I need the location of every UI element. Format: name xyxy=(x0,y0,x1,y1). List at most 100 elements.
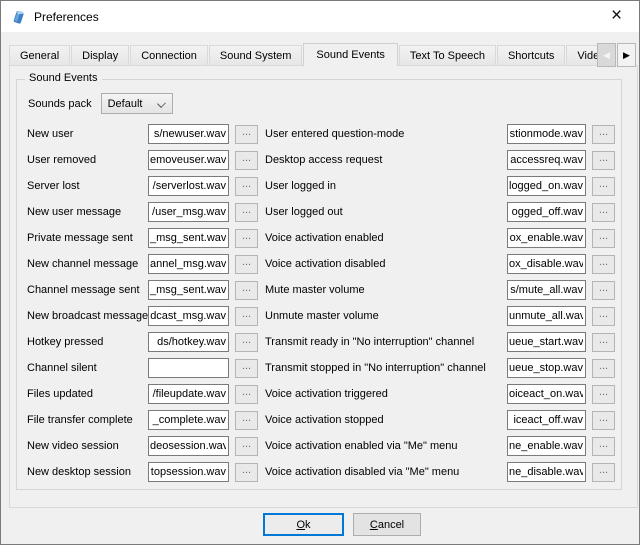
event-label-user-entered-question-mode: User entered question-mode xyxy=(258,128,507,140)
browse-button-voice-activation-triggered[interactable]: ... xyxy=(592,385,615,404)
sound-file-input-new-broadcast-message[interactable] xyxy=(148,306,229,326)
browse-button-user-logged-in[interactable]: ... xyxy=(592,177,615,196)
event-label-unmute-master-volume: Unmute master volume xyxy=(258,310,507,322)
sound-file-input-transmit-ready-in-no-interruption-channel[interactable] xyxy=(507,332,586,352)
browse-button-server-lost[interactable]: ... xyxy=(235,177,258,196)
sound-file-input-server-lost[interactable] xyxy=(148,176,229,196)
event-label-voice-activation-enabled-via-me-menu: Voice activation enabled via "Me" menu xyxy=(258,440,507,452)
sound-file-input-file-transfer-complete[interactable] xyxy=(148,410,229,430)
browse-button-user-logged-out[interactable]: ... xyxy=(592,203,615,222)
event-label-files-updated: Files updated xyxy=(27,388,148,400)
browse-button-transmit-stopped-in-no-interruption-channel[interactable]: ... xyxy=(592,359,615,378)
event-label-user-logged-out: User logged out xyxy=(258,206,507,218)
tab-sound-system[interactable]: Sound System xyxy=(209,45,303,66)
browse-button-new-video-session[interactable]: ... xyxy=(235,437,258,456)
browse-button-voice-activation-enabled[interactable]: ... xyxy=(592,229,615,248)
browse-button-user-removed[interactable]: ... xyxy=(235,151,258,170)
sound-event-row: Hotkey pressed...Transmit ready in "No i… xyxy=(27,329,615,355)
sound-event-row: New broadcast message...Unmute master vo… xyxy=(27,303,615,329)
sound-file-input-user-removed[interactable] xyxy=(148,150,229,170)
browse-button-files-updated[interactable]: ... xyxy=(235,385,258,404)
browse-button-unmute-master-volume[interactable]: ... xyxy=(592,307,615,326)
browse-button-voice-activation-disabled[interactable]: ... xyxy=(592,255,615,274)
sound-file-input-new-desktop-session[interactable] xyxy=(148,462,229,482)
preferences-dialog: Preferences × GeneralDisplayConnectionSo… xyxy=(0,0,640,545)
sound-event-row: New video session...Voice activation ena… xyxy=(27,433,615,459)
event-label-user-logged-in: User logged in xyxy=(258,180,507,192)
sound-file-input-voice-activation-disabled[interactable] xyxy=(507,254,586,274)
browse-button-voice-activation-disabled-via-me-menu[interactable]: ... xyxy=(592,463,615,482)
ok-button[interactable]: Ok xyxy=(263,513,344,536)
tab-display[interactable]: Display xyxy=(71,45,129,66)
event-label-new-video-session: New video session xyxy=(27,440,148,452)
sound-events-groupbox: Sound Events Sounds pack Default New use… xyxy=(16,79,622,490)
sound-file-input-voice-activation-enabled[interactable] xyxy=(507,228,586,248)
title-bar[interactable]: Preferences × xyxy=(1,1,639,32)
browse-button-mute-master-volume[interactable]: ... xyxy=(592,281,615,300)
event-label-transmit-ready-in-no-interruption-channel: Transmit ready in "No interruption" chan… xyxy=(258,336,507,348)
browse-button-hotkey-pressed[interactable]: ... xyxy=(235,333,258,352)
sound-file-input-voice-activation-enabled-via-me-menu[interactable] xyxy=(507,436,586,456)
sound-file-input-new-user[interactable] xyxy=(148,124,229,144)
sound-event-row: Channel silent...Transmit stopped in "No… xyxy=(27,355,615,381)
event-label-new-desktop-session: New desktop session xyxy=(27,466,148,478)
tab-sound-events[interactable]: Sound Events xyxy=(303,43,398,66)
sound-event-row: New channel message...Voice activation d… xyxy=(27,251,615,277)
event-label-hotkey-pressed: Hotkey pressed xyxy=(27,336,148,348)
browse-button-new-user-message[interactable]: ... xyxy=(235,203,258,222)
sounds-pack-select[interactable]: Default xyxy=(101,93,173,114)
browse-button-new-desktop-session[interactable]: ... xyxy=(235,463,258,482)
sound-file-input-private-message-sent[interactable] xyxy=(148,228,229,248)
app-icon xyxy=(10,8,27,25)
tab-connection[interactable]: Connection xyxy=(130,45,208,66)
browse-button-channel-silent[interactable]: ... xyxy=(235,359,258,378)
event-label-new-channel-message: New channel message xyxy=(27,258,148,270)
browse-button-desktop-access-request[interactable]: ... xyxy=(592,151,615,170)
tab-scroll-left-icon[interactable]: ◀ xyxy=(597,43,616,67)
sound-file-input-files-updated[interactable] xyxy=(148,384,229,404)
sound-file-input-user-logged-out[interactable] xyxy=(507,202,586,222)
sound-file-input-voice-activation-stopped[interactable] xyxy=(507,410,586,430)
event-label-desktop-access-request: Desktop access request xyxy=(258,154,507,166)
sound-file-input-user-logged-in[interactable] xyxy=(507,176,586,196)
sound-file-input-desktop-access-request[interactable] xyxy=(507,150,586,170)
sound-file-input-new-video-session[interactable] xyxy=(148,436,229,456)
sounds-pack-label: Sounds pack xyxy=(28,98,92,110)
sound-events-pane: Sound Events Sounds pack Default New use… xyxy=(9,65,638,508)
browse-button-file-transfer-complete[interactable]: ... xyxy=(235,411,258,430)
event-label-server-lost: Server lost xyxy=(27,180,148,192)
browse-button-transmit-ready-in-no-interruption-channel[interactable]: ... xyxy=(592,333,615,352)
event-label-new-broadcast-message: New broadcast message xyxy=(27,310,148,322)
browse-button-user-entered-question-mode[interactable]: ... xyxy=(592,125,615,144)
cancel-button[interactable]: Cancel xyxy=(353,513,421,536)
browse-button-new-channel-message[interactable]: ... xyxy=(235,255,258,274)
browse-button-channel-message-sent[interactable]: ... xyxy=(235,281,258,300)
browse-button-voice-activation-enabled-via-me-menu[interactable]: ... xyxy=(592,437,615,456)
tab-general[interactable]: General xyxy=(9,45,70,66)
tab-bar: GeneralDisplayConnectionSound SystemSoun… xyxy=(9,43,635,66)
tab-text-to-speech[interactable]: Text To Speech xyxy=(399,45,496,66)
sound-file-input-mute-master-volume[interactable] xyxy=(507,280,586,300)
sound-file-input-channel-silent[interactable] xyxy=(148,358,229,378)
browse-button-private-message-sent[interactable]: ... xyxy=(235,229,258,248)
chevron-down-icon xyxy=(158,100,165,105)
tab-shortcuts[interactable]: Shortcuts xyxy=(497,45,565,66)
sound-file-input-voice-activation-disabled-via-me-menu[interactable] xyxy=(507,462,586,482)
sound-file-input-unmute-master-volume[interactable] xyxy=(507,306,586,326)
sound-file-input-new-user-message[interactable] xyxy=(148,202,229,222)
sound-file-input-transmit-stopped-in-no-interruption-channel[interactable] xyxy=(507,358,586,378)
sound-file-input-channel-message-sent[interactable] xyxy=(148,280,229,300)
sound-file-input-voice-activation-triggered[interactable] xyxy=(507,384,586,404)
sound-event-row: Channel message sent...Mute master volum… xyxy=(27,277,615,303)
sound-event-row: New desktop session...Voice activation d… xyxy=(27,459,615,485)
tab-scroll-right-icon[interactable]: ▶ xyxy=(617,43,636,67)
sound-file-input-user-entered-question-mode[interactable] xyxy=(507,124,586,144)
browse-button-voice-activation-stopped[interactable]: ... xyxy=(592,411,615,430)
event-label-voice-activation-triggered: Voice activation triggered xyxy=(258,388,507,400)
event-label-new-user: New user xyxy=(27,128,148,140)
sound-file-input-hotkey-pressed[interactable] xyxy=(148,332,229,352)
sound-file-input-new-channel-message[interactable] xyxy=(148,254,229,274)
browse-button-new-user[interactable]: ... xyxy=(235,125,258,144)
browse-button-new-broadcast-message[interactable]: ... xyxy=(235,307,258,326)
close-icon[interactable]: × xyxy=(594,1,639,31)
